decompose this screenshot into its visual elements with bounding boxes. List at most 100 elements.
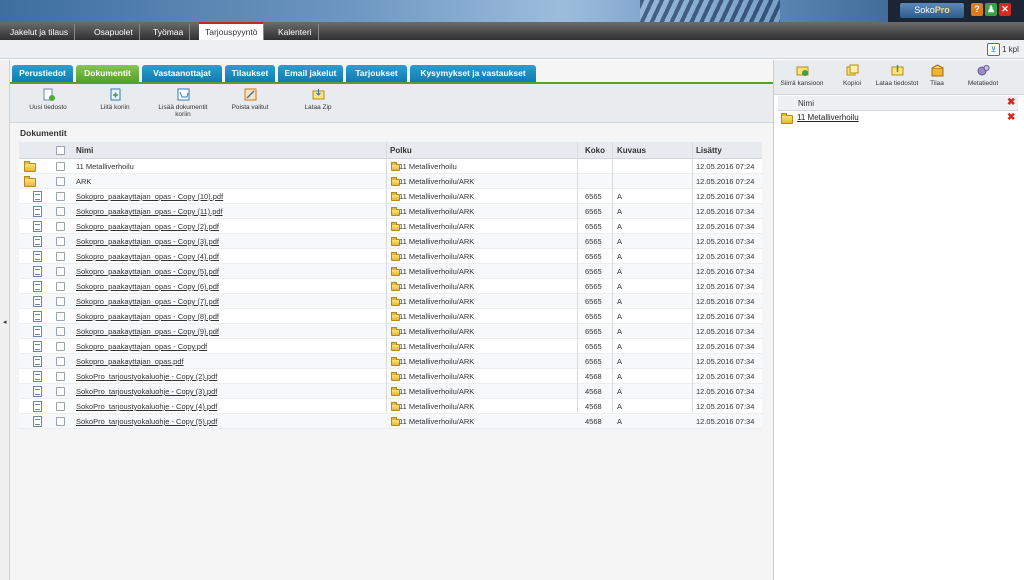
nav-tab-jakelut[interactable]: Jakelut ja tilaus — [0, 24, 76, 40]
file-path: 11 Metalliverhoilu/ARK — [399, 267, 475, 276]
col-koko[interactable]: Koko — [585, 146, 605, 155]
select-all-checkbox[interactable] — [56, 146, 65, 155]
row-checkbox[interactable] — [56, 327, 65, 336]
row-checkbox[interactable] — [56, 222, 65, 231]
download-zip-button[interactable]: Lataa Zip — [288, 88, 348, 111]
left-collapse-strip[interactable]: ◂ — [0, 60, 10, 580]
row-checkbox[interactable] — [56, 252, 65, 261]
tab-perustiedot[interactable]: Perustiedot — [12, 65, 73, 82]
tab-tilaukset[interactable]: Tilaukset — [225, 65, 275, 82]
table-row[interactable]: Sokopro_paakayttajan_opas - Copy (11).pd… — [19, 204, 762, 219]
col-kuvaus[interactable]: Kuvaus — [617, 146, 646, 155]
row-checkbox[interactable] — [56, 417, 65, 426]
table-row[interactable]: Sokopro_paakayttajan_opas - Copy (5).pdf… — [19, 264, 762, 279]
row-checkbox[interactable] — [56, 402, 65, 411]
tab-dokumentit[interactable]: Dokumentit — [76, 65, 139, 82]
table-row[interactable]: Sokopro_paakayttajan_opas - Copy (2).pdf… — [19, 219, 762, 234]
table-row[interactable]: Sokopro_paakayttajan_opas - Copy (9).pdf… — [19, 324, 762, 339]
table-row[interactable]: SokoPro_tarjoustyokaluohje - Copy (2).pd… — [19, 369, 762, 384]
nav-tab-osapuolet[interactable]: Osapuolet — [88, 24, 140, 40]
table-row[interactable]: Sokopro_paakayttajan_opas - Copy (3).pdf… — [19, 234, 762, 249]
file-name[interactable]: Sokopro_paakayttajan_opas - Copy (11).pd… — [76, 207, 223, 216]
table-row[interactable]: Sokopro_paakayttajan_opas - Copy (10).pd… — [19, 189, 762, 204]
file-added-date: 12.05.2016 07:34 — [696, 417, 755, 426]
table-row[interactable]: Sokopro_paakayttajan_opas.pdf 11 Metalliv… — [19, 354, 762, 369]
clear-basket-icon[interactable]: ✖ — [1007, 98, 1015, 108]
row-checkbox[interactable] — [56, 162, 65, 171]
cart-count[interactable]: 1 kpl — [1002, 45, 1019, 54]
row-checkbox[interactable] — [56, 282, 65, 291]
tab-vastaanottajat[interactable]: Vastaanottajat — [142, 65, 222, 82]
table-row[interactable]: Sokopro_paakayttajan_opas - Copy (6).pdf… — [19, 279, 762, 294]
nav-tab-tarjouspyynto[interactable]: Tarjouspyyntö — [199, 22, 265, 42]
file-name[interactable]: Sokopro_paakayttajan_opas - Copy (4).pdf — [76, 252, 219, 261]
file-added-date: 12.05.2016 07:24 — [696, 177, 755, 186]
file-name[interactable]: SokoPro_tarjoustyokaluohje - Copy (3).pd… — [76, 387, 217, 396]
file-added-date: 12.05.2016 07:34 — [696, 267, 755, 276]
file-added-date: 12.05.2016 07:34 — [696, 297, 755, 306]
row-checkbox[interactable] — [56, 297, 65, 306]
file-name[interactable]: ARK — [76, 177, 91, 186]
table-row[interactable]: ARK 11 Metalliverhoilu/ARK 12.05.2016 07:2… — [19, 174, 762, 189]
table-row[interactable]: Sokopro_paakayttajan_opas - Copy (4).pdf… — [19, 249, 762, 264]
delete-selected-button[interactable]: Poista valitut — [220, 88, 280, 111]
help-button[interactable]: ? — [971, 3, 983, 16]
table-row[interactable]: Sokopro_paakayttajan_opas - Copy.pdf 11 M… — [19, 339, 762, 354]
file-name[interactable]: Sokopro_paakayttajan_opas - Copy (8).pdf — [76, 312, 219, 321]
move-to-folder-button[interactable]: Siirrä kansioon — [777, 64, 827, 87]
file-name[interactable]: Sokopro_paakayttajan_opas - Copy (10).pd… — [76, 192, 223, 201]
file-name[interactable]: Sokopro_paakayttajan_opas - Copy (9).pdf — [76, 327, 219, 336]
table-row[interactable]: Sokopro_paakayttajan_opas - Copy (7).pdf… — [19, 294, 762, 309]
tab-tarjoukset[interactable]: Tarjoukset — [346, 65, 407, 82]
file-name[interactable]: SokoPro_tarjoustyokaluohje - Copy (4).pd… — [76, 402, 217, 411]
file-name[interactable]: Sokopro_paakayttajan_opas - Copy (3).pdf — [76, 237, 219, 246]
user-button[interactable]: ♟ — [985, 3, 997, 16]
nav-tab-tyomaa[interactable]: Työmaa — [147, 24, 191, 40]
file-name[interactable]: 11 Metalliverhoilu — [76, 162, 134, 171]
file-name[interactable]: SokoPro_tarjoustyokaluohje - Copy (2).pd… — [76, 372, 217, 381]
metadata-button[interactable]: Metatiedot — [958, 64, 1008, 87]
file-added-date: 12.05.2016 07:34 — [696, 222, 755, 231]
row-checkbox[interactable] — [56, 177, 65, 186]
add-documents-to-cart-button[interactable]: Lisää dokumentit koriin — [153, 88, 213, 118]
logout-button[interactable]: ✕ — [999, 3, 1011, 16]
sokopro-logo[interactable]: SokoPro — [900, 3, 964, 18]
table-row[interactable]: 11 Metalliverhoilu 11 Metalliverhoilu 12.0… — [19, 159, 762, 174]
nav-tab-kalenteri[interactable]: Kalenteri — [272, 24, 319, 40]
file-size: 6565 — [585, 252, 602, 261]
cart-icon[interactable]: ⊻ — [987, 43, 1000, 56]
col-nimi[interactable]: Nimi — [76, 146, 93, 155]
row-checkbox[interactable] — [56, 192, 65, 201]
sub-bar — [0, 40, 1024, 59]
collapse-arrow-icon[interactable]: ◂ — [3, 318, 7, 326]
tab-kysymykset[interactable]: Kysymykset ja vastaukset — [410, 65, 536, 82]
row-checkbox[interactable] — [56, 237, 65, 246]
table-row[interactable]: SokoPro_tarjoustyokaluohje - Copy (3).pd… — [19, 384, 762, 399]
row-checkbox[interactable] — [56, 267, 65, 276]
table-row[interactable]: Sokopro_paakayttajan_opas - Copy (8).pdf… — [19, 309, 762, 324]
row-checkbox[interactable] — [56, 207, 65, 216]
row-checkbox[interactable] — [56, 387, 65, 396]
row-checkbox[interactable] — [56, 342, 65, 351]
file-name[interactable]: Sokopro_paakayttajan_opas - Copy.pdf — [76, 342, 207, 351]
col-polku[interactable]: Polku — [390, 146, 412, 155]
file-name[interactable]: Sokopro_paakayttajan_opas - Copy (2).pdf — [76, 222, 219, 231]
remove-item-icon[interactable]: ✖ — [1007, 113, 1015, 123]
file-name[interactable]: Sokopro_paakayttajan_opas - Copy (5).pdf — [76, 267, 219, 276]
add-to-basket-button[interactable]: Liitä koriin — [85, 88, 145, 111]
file-name[interactable]: Sokopro_paakayttajan_opas - Copy (7).pdf — [76, 297, 219, 306]
row-checkbox[interactable] — [56, 312, 65, 321]
file-name[interactable]: Sokopro_paakayttajan_opas - Copy (6).pdf — [76, 282, 219, 291]
new-file-button[interactable]: Uusi tiedosto — [18, 88, 78, 111]
col-lisatty[interactable]: Lisätty — [696, 146, 722, 155]
order-button[interactable]: Tilaa — [912, 64, 962, 87]
row-checkbox[interactable] — [56, 372, 65, 381]
basket-item-name[interactable]: 11 Metalliverhoilu — [797, 113, 859, 122]
copy-button[interactable]: Kopioi — [827, 64, 877, 87]
tab-email-jakelut[interactable]: Email jakelut — [278, 65, 343, 82]
file-name[interactable]: SokoPro_tarjoustyokaluohje - Copy (5).pd… — [76, 417, 217, 426]
file-name[interactable]: Sokopro_paakayttajan_opas.pdf — [76, 357, 184, 366]
row-checkbox[interactable] — [56, 357, 65, 366]
table-row[interactable]: SokoPro_tarjoustyokaluohje - Copy (4).pd… — [19, 399, 762, 414]
table-row[interactable]: SokoPro_tarjoustyokaluohje - Copy (5).pd… — [19, 414, 762, 429]
